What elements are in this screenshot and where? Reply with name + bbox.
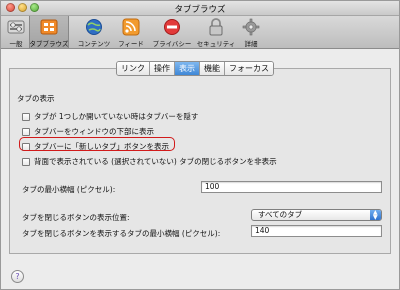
checkbox[interactable] (22, 112, 30, 121)
section-title: タブの表示 (17, 94, 55, 103)
settings-panel: タブの表示 タブが 1つしか開いていない時はタブバーを隠す タブバーをウィンドウ… (9, 68, 391, 254)
lock-icon (209, 18, 223, 36)
tab-features[interactable]: 機能 (200, 62, 225, 75)
min-width-input[interactable]: 100 (201, 181, 382, 193)
preferences-window: タブブラウズ 一般 タブブラウズ コンテンツ フィード プライバシー セキュリテ… (0, 0, 400, 290)
rss-icon (122, 18, 140, 36)
tab-bar: リンク 操作 表示 機能 フォーカス (1, 61, 399, 76)
checkbox-tab-bar-bottom[interactable]: タブバーをウィンドウの下部に表示 (22, 126, 154, 137)
title-bar: タブブラウズ (1, 1, 399, 16)
tab-links[interactable]: リンク (117, 62, 150, 75)
help-button[interactable]: ? (11, 270, 24, 283)
segmented-tabs: リンク 操作 表示 機能 フォーカス (116, 61, 274, 76)
checkbox[interactable] (22, 127, 30, 136)
close-position-value: すべてのタブ (258, 210, 303, 219)
checkbox[interactable] (22, 157, 30, 166)
window-title: タブブラウズ (174, 5, 226, 15)
close-position-label: タブを閉じるボタンの表示位置: (22, 213, 130, 222)
checkbox-hide-tab-bar[interactable]: タブが 1つしか開いていない時はタブバーを隠す (22, 111, 198, 122)
toolbar-item-tab-browsing[interactable]: タブブラウズ (29, 16, 69, 48)
globe-icon (86, 19, 102, 35)
checkbox-label: タブバーをウィンドウの下部に表示 (34, 127, 154, 136)
toolbar-item-advanced[interactable]: 詳細 (239, 16, 263, 48)
checkbox-label: タブが 1つしか開いていない時はタブバーを隠す (34, 112, 199, 121)
preferences-toolbar: 一般 タブブラウズ コンテンツ フィード プライバシー セキュリティ 詳細 (1, 16, 399, 49)
tab-focus[interactable]: フォーカス (225, 62, 273, 75)
tab-actions[interactable]: 操作 (150, 62, 175, 75)
checkbox-label: 背面で表示されている (選択されていない) タブの閉じるボタンを非表示 (34, 157, 277, 166)
toolbar-item-label: 詳細 (244, 40, 258, 48)
red-highlight-outline (19, 137, 175, 151)
close-position-select[interactable]: すべてのタブ ▲ ▼ (251, 209, 382, 221)
checkbox-hide-background-close[interactable]: 背面で表示されている (選択されていない) タブの閉じるボタンを非表示 (22, 156, 277, 167)
tabs-grid-icon (40, 19, 58, 35)
gear-icon (242, 18, 260, 36)
toolbar-item-privacy[interactable]: プライバシー (153, 16, 191, 48)
close-min-width-input[interactable]: 140 (251, 225, 382, 237)
chevron-updown-icon: ▲ ▼ (370, 210, 381, 221)
no-entry-icon (164, 19, 180, 35)
min-width-label: タブの最小横幅 (ピクセル): (22, 185, 116, 194)
tab-display[interactable]: 表示 (175, 62, 200, 75)
toggle-switch-icon (7, 20, 25, 34)
close-min-width-label: タブを閉じるボタンを表示するタブの最小横幅 (ピクセル): (22, 229, 221, 238)
